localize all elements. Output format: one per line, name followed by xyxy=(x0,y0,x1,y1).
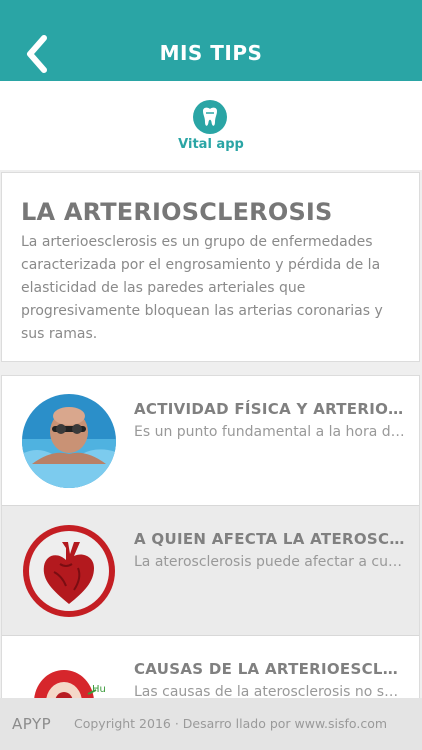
tips-list: ACTIVIDAD FÍSICA Y ARTERIOESCLEROSIS Es … xyxy=(1,375,420,705)
item-title: CAUSAS DE LA ARTERIOESCLEROSIS xyxy=(134,660,406,678)
item-subtitle: Es un punto fundamental a la hora de pre… xyxy=(134,424,406,440)
item-title: A QUIEN AFECTA LA ATEROSCLEROSIS xyxy=(134,530,406,548)
list-item[interactable]: Hu CAUSAS DE LA ARTERIOESCLEROSIS Las ca… xyxy=(2,636,419,704)
svg-text:Hu: Hu xyxy=(92,684,106,695)
tooth-icon xyxy=(193,100,227,134)
footer-brand: APYP xyxy=(12,715,52,733)
item-subtitle: La aterosclerosis puede afectar a cualqu… xyxy=(134,554,406,570)
footer: APYP Copyright 2016 · Desarro llado por … xyxy=(0,698,422,750)
intro-body: La arterioesclerosis es un grupo de enfe… xyxy=(21,234,383,342)
app-header: MIS TIPS xyxy=(0,0,422,81)
page-title: MIS TIPS xyxy=(159,41,263,65)
list-item[interactable]: A QUIEN AFECTA LA ATEROSCLEROSIS La ater… xyxy=(2,506,419,636)
swimmer-photo xyxy=(22,394,116,488)
item-title: ACTIVIDAD FÍSICA Y ARTERIOESCLEROSIS xyxy=(134,400,406,418)
heart-icon xyxy=(23,525,115,617)
intro-card: LA ARTERIOSCLEROSIS La arterioesclerosis… xyxy=(1,172,420,362)
footer-copyright: Copyright 2016 · Desarro llado por www.s… xyxy=(74,716,388,731)
intro-title: LA ARTERIOSCLEROSIS xyxy=(21,198,333,226)
logo-area: Vital app xyxy=(0,81,422,170)
list-item[interactable]: ACTIVIDAD FÍSICA Y ARTERIOESCLEROSIS Es … xyxy=(2,376,419,506)
logo-text: Vital app xyxy=(178,137,244,152)
